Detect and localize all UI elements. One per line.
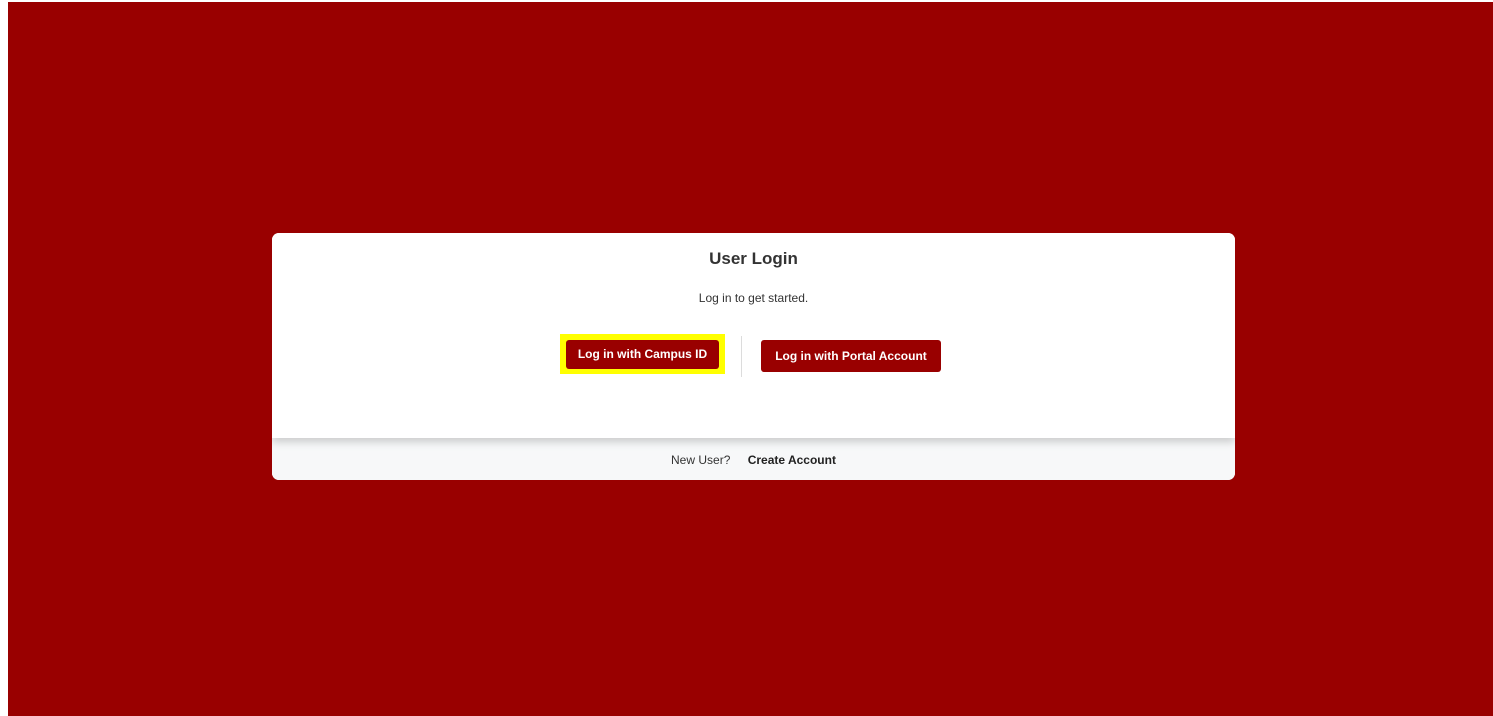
login-card-footer: New User? Create Account <box>272 438 1235 480</box>
login-card-body: User Login Log in to get started. Log in… <box>272 233 1235 438</box>
campus-id-login-button[interactable]: Log in with Campus ID <box>566 340 719 369</box>
button-divider <box>741 336 742 377</box>
new-user-label: New User? <box>671 453 731 467</box>
create-account-link[interactable]: Create Account <box>748 453 836 467</box>
login-card: User Login Log in to get started. Log in… <box>272 233 1235 480</box>
login-subtitle: Log in to get started. <box>698 291 809 305</box>
page-title: User Login <box>709 249 798 268</box>
footer-row: New User? Create Account <box>272 453 1235 467</box>
portal-account-login-button[interactable]: Log in with Portal Account <box>761 340 941 372</box>
